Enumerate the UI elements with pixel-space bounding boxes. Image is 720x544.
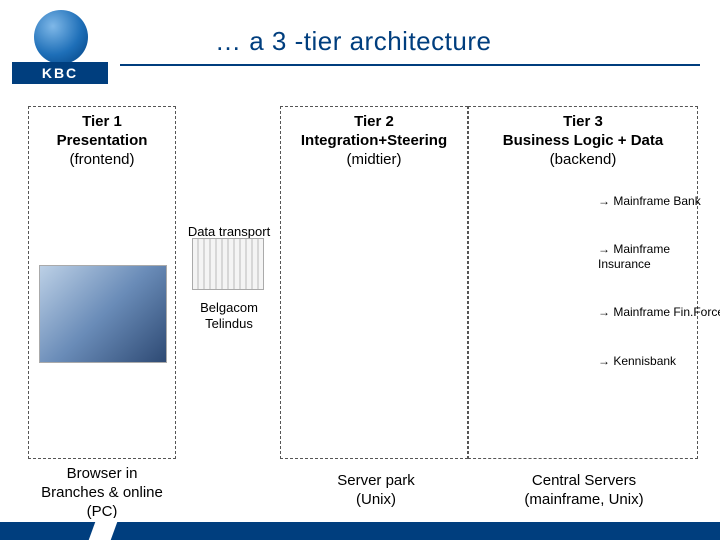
data-transport-image (192, 238, 264, 290)
tier1-layer: (frontend) (29, 151, 175, 170)
tier2-name: Tier 2 (281, 113, 467, 132)
tier1-head: Tier 1 Presentation (frontend) (29, 107, 175, 169)
mainframe-item: → Mainframe Insurance (598, 242, 720, 271)
tier2-head: Tier 2 Integration+Steering (midtier) (281, 107, 467, 169)
tier1-role: Presentation (29, 132, 175, 151)
data-transport-label: Data transport (180, 224, 278, 239)
tier3-name: Tier 3 (469, 113, 697, 132)
mainframe-item: → Mainframe Fin.Force (598, 305, 720, 319)
tier2-role: Integration+Steering (281, 132, 467, 151)
tier2-box: Tier 2 Integration+Steering (midtier) (280, 106, 468, 459)
tier1-name: Tier 1 (29, 113, 175, 132)
kbc-logo: KBC (12, 10, 108, 84)
logo-text: KBC (12, 62, 108, 84)
tier2-layer: (midtier) (281, 151, 467, 170)
carrier-label: Belgacom Telindus (183, 300, 275, 333)
tier1-box: Tier 1 Presentation (frontend) (28, 106, 176, 459)
page-title: … a 3 -tier architecture (215, 26, 491, 57)
tier3-role: Business Logic + Data (469, 132, 697, 151)
architecture-diagram: Tier 1 Presentation (frontend) Tier 2 In… (28, 100, 700, 500)
tier2-caption: Server park (Unix) (302, 472, 450, 510)
logo-globe-icon (34, 10, 88, 64)
keyboard-image (39, 265, 167, 363)
footer-bar (0, 522, 720, 540)
tier3-layer: (backend) (469, 151, 697, 170)
tier3-caption: Central Servers (mainframe, Unix) (476, 472, 692, 510)
tier3-head: Tier 3 Business Logic + Data (backend) (469, 107, 697, 169)
tier1-caption: Browser in Branches & online (PC) (22, 465, 182, 521)
mainframe-list: → Mainframe Bank → Mainframe Insurance →… (598, 194, 720, 368)
header: KBC … a 3 -tier architecture (0, 0, 720, 72)
mainframe-item: → Mainframe Bank (598, 194, 720, 208)
title-underline (120, 64, 700, 66)
mainframe-item: → Kennisbank (598, 354, 720, 368)
